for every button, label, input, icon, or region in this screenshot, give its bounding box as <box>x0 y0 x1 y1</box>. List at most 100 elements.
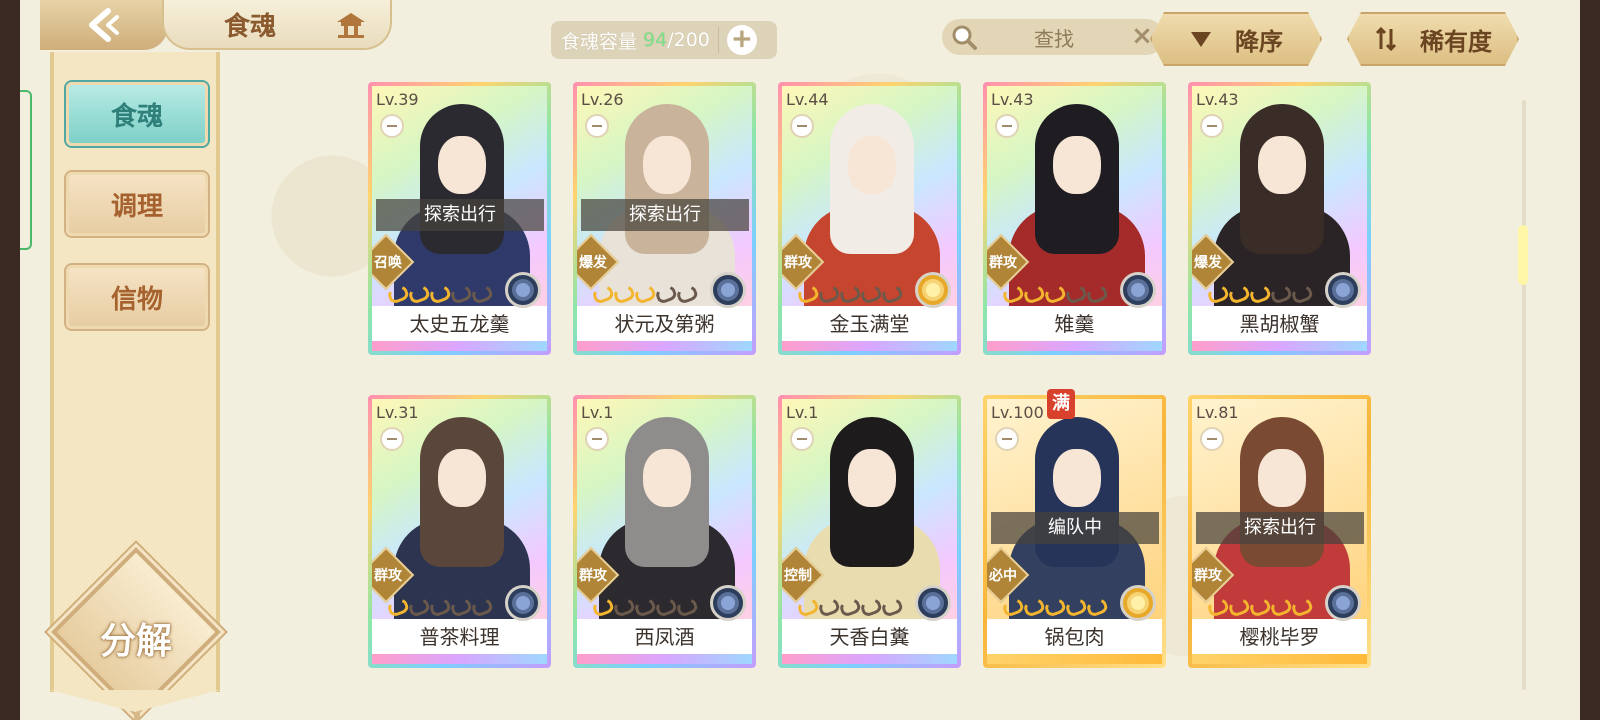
star-icon <box>1226 596 1252 618</box>
star-icon <box>795 596 821 618</box>
tab-cooking[interactable]: 调理 <box>66 172 208 236</box>
clear-search-icon[interactable]: × <box>1130 23 1154 49</box>
star-icon <box>406 596 432 618</box>
star-icon <box>385 596 411 618</box>
card-inner: Lv.26 探索出行 爆发 状元及第粥 <box>577 86 752 351</box>
card-status: 编队中 <box>991 512 1159 544</box>
star-icon <box>406 283 432 305</box>
card-status: 探索出行 <box>581 199 749 231</box>
food-soul-card[interactable]: Lv.31 群攻 普茶料理 <box>368 395 551 668</box>
food-soul-card[interactable]: Lv.43 爆发 黑胡椒蟹 <box>1188 82 1371 355</box>
star-icon <box>1063 283 1089 305</box>
card-name: 雉羹 <box>1054 312 1095 336</box>
card-inner: Lv.39 探索出行 召唤 太史五龙羹 <box>372 86 547 351</box>
sort-field-button[interactable]: 稀有度 <box>1347 12 1519 66</box>
star-icon <box>837 283 863 305</box>
home-icon[interactable] <box>334 10 368 40</box>
emblem-core <box>926 596 940 610</box>
lock-toggle-icon[interactable] <box>585 427 609 451</box>
card-bottom-strip <box>987 654 1162 664</box>
role-label: 群攻 <box>374 568 402 584</box>
tab-tokens[interactable]: 信物 <box>66 265 208 329</box>
star-rating <box>795 283 905 305</box>
portrait-face <box>438 449 486 507</box>
lock-toggle-icon[interactable] <box>1200 427 1224 451</box>
lock-toggle-icon[interactable] <box>995 114 1019 138</box>
star-rating <box>1205 596 1315 618</box>
lock-toggle-icon[interactable] <box>790 114 814 138</box>
star-icon <box>858 596 884 618</box>
star-icon <box>816 283 842 305</box>
capacity-display: 食魂容量 94 /200 + <box>551 21 777 59</box>
card-level: Lv.43 <box>1196 90 1239 109</box>
capacity-label: 食魂容量 <box>561 30 638 53</box>
page-title: 食魂 <box>224 11 277 42</box>
star-icon <box>1247 596 1273 618</box>
left-panel: 食魂 调理 信物 分解 <box>50 52 221 720</box>
food-soul-card[interactable]: Lv.100 编队中 必中 锅包肉 满 <box>983 389 1166 668</box>
role-label: 召唤 <box>374 255 402 271</box>
portrait-face <box>1258 449 1306 507</box>
food-soul-card[interactable]: Lv.81 探索出行 群攻 樱桃毕罗 <box>1188 395 1371 668</box>
star-icon <box>858 283 884 305</box>
title-tab: 食魂 <box>162 0 392 50</box>
card-bottom-strip <box>1192 341 1367 351</box>
role-label: 群攻 <box>1194 568 1222 584</box>
sort-order-label: 降序 <box>1235 27 1283 56</box>
emblem-core <box>721 596 735 610</box>
lock-toggle-icon[interactable] <box>380 114 404 138</box>
card-bottom-strip <box>372 654 547 664</box>
portrait-face <box>643 136 691 194</box>
sort-arrows-icon <box>1374 27 1398 51</box>
card-inner: Lv.1 控制 天香白糞 <box>782 399 957 664</box>
star-icon <box>1289 283 1315 305</box>
lock-toggle-icon[interactable] <box>790 427 814 451</box>
card-inner: Lv.1 群攻 西凤酒 <box>577 399 752 664</box>
max-level-badge: 满 <box>1047 389 1075 419</box>
sort-order-button[interactable]: 降序 <box>1150 12 1322 66</box>
star-icon <box>1226 283 1252 305</box>
emblem-core <box>926 283 940 297</box>
sort-field-label: 稀有度 <box>1420 27 1492 56</box>
star-rating <box>590 283 700 305</box>
element-emblem-icon <box>1120 585 1156 621</box>
card-name: 金玉满堂 <box>829 312 910 336</box>
emblem-core <box>516 283 530 297</box>
food-soul-card[interactable]: Lv.43 群攻 雉羹 <box>983 82 1166 355</box>
capacity-divider <box>717 27 719 53</box>
element-emblem-icon <box>505 585 541 621</box>
portrait-face <box>1053 136 1101 194</box>
card-level: Lv.44 <box>786 90 829 109</box>
star-icon <box>632 596 658 618</box>
food-soul-card[interactable]: Lv.39 探索出行 召唤 太史五龙羹 <box>368 82 551 355</box>
back-button[interactable] <box>40 0 168 50</box>
expand-capacity-button[interactable]: + <box>726 25 757 55</box>
card-level: Lv.100 <box>991 403 1044 422</box>
lock-toggle-icon[interactable] <box>585 114 609 138</box>
star-icon <box>590 283 616 305</box>
emblem-core <box>721 283 735 297</box>
star-icon <box>469 596 495 618</box>
search-box[interactable]: 查找 × <box>942 19 1164 55</box>
role-label: 必中 <box>989 568 1017 584</box>
scrollbar-track[interactable] <box>1522 100 1526 690</box>
lock-toggle-icon[interactable] <box>995 427 1019 451</box>
scrollbar-thumb[interactable] <box>1518 225 1528 285</box>
card-inner: Lv.31 群攻 普茶料理 <box>372 399 547 664</box>
card-bottom-strip <box>577 341 752 351</box>
element-emblem-icon <box>915 585 951 621</box>
star-icon <box>1205 596 1231 618</box>
food-soul-card[interactable]: Lv.44 群攻 金玉满堂 <box>778 82 961 355</box>
card-inner: Lv.43 爆发 黑胡椒蟹 <box>1192 86 1367 351</box>
lock-toggle-icon[interactable] <box>380 427 404 451</box>
food-soul-card[interactable]: Lv.26 探索出行 爆发 状元及第粥 <box>573 82 756 355</box>
tab-food-souls[interactable]: 食魂 <box>66 82 208 146</box>
food-soul-card[interactable]: Lv.1 控制 天香白糞 <box>778 395 961 668</box>
star-icon <box>879 596 905 618</box>
card-level: Lv.81 <box>1196 403 1239 422</box>
lock-toggle-icon[interactable] <box>1200 114 1224 138</box>
star-icon <box>385 283 411 305</box>
card-level: Lv.1 <box>581 403 614 422</box>
star-rating <box>1000 596 1110 618</box>
food-soul-card[interactable]: Lv.1 群攻 西凤酒 <box>573 395 756 668</box>
